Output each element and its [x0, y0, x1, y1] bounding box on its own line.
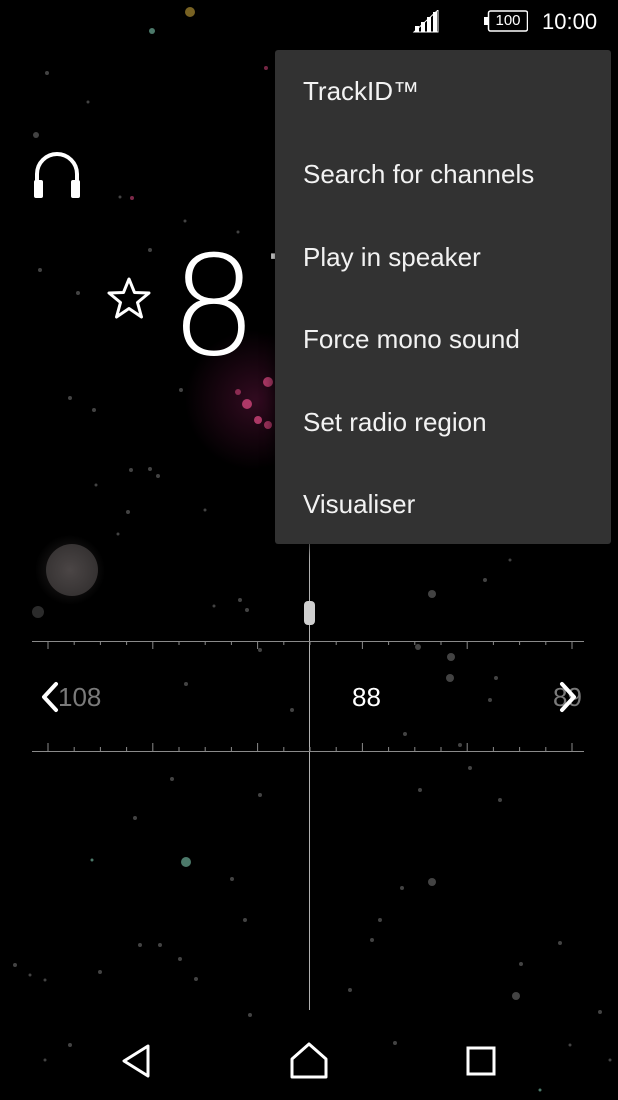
- back-triangle-icon[interactable]: [118, 1042, 156, 1080]
- menu-item-visualiser[interactable]: Visualiser: [275, 463, 611, 545]
- status-bar: 100 10:00: [0, 0, 618, 46]
- menu-item-play-in-speaker[interactable]: Play in speaker: [275, 216, 611, 298]
- navigation-bar: [0, 1024, 618, 1100]
- tuner-handle[interactable]: [304, 601, 315, 625]
- menu-item-trackid[interactable]: TrackID™: [275, 50, 611, 132]
- battery-level: 100: [495, 12, 521, 29]
- menu-item-force-mono[interactable]: Force mono sound: [275, 298, 611, 380]
- star-outline-icon[interactable]: [106, 276, 152, 320]
- recents-square-icon[interactable]: [465, 1045, 497, 1077]
- signal-strength-icon: [412, 10, 439, 33]
- home-icon[interactable]: [289, 1040, 329, 1080]
- chevron-left-icon[interactable]: [36, 680, 66, 714]
- tuner-label-center: 88: [352, 682, 381, 712]
- status-time: 10:00: [542, 9, 598, 34]
- menu-item-search-channels[interactable]: Search for channels: [275, 133, 611, 215]
- fm-radio-screen: 100 10:00 87 108 88 89 TrackID™ Search f…: [0, 0, 618, 1100]
- menu-item-set-radio-region[interactable]: Set radio region: [275, 381, 611, 463]
- chevron-right-icon[interactable]: [552, 680, 582, 714]
- headphones-icon: [34, 152, 80, 198]
- overflow-menu: TrackID™ Search for channels Play in spe…: [275, 50, 611, 544]
